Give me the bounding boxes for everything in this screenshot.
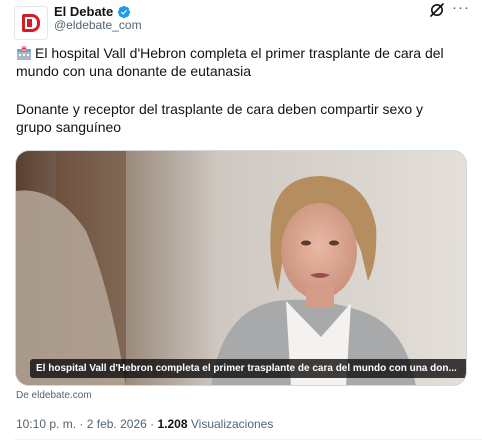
tweet-date[interactable]: 2 feb. 2026 xyxy=(87,417,147,431)
author-handle[interactable]: @eldebate_com xyxy=(54,18,142,32)
article-card-image[interactable]: El hospital Vall d'Hebron completa el pr… xyxy=(15,150,467,386)
meta-separator: · xyxy=(150,417,155,431)
tweet-headline-line: El hospital Vall d'Hebron completa el pr… xyxy=(16,44,456,80)
grok-icon[interactable] xyxy=(429,2,445,18)
views-label: Visualizaciones xyxy=(190,417,274,431)
tweet-subtitle: Donante y receptor del trasplante de car… xyxy=(16,101,424,135)
display-name[interactable]: El Debate xyxy=(54,4,113,19)
tweet-meta: 10:10 p. m. · 2 feb. 2026 · 1.208 Visual… xyxy=(16,417,273,431)
author-name-row: El Debate xyxy=(54,4,131,19)
more-options-icon[interactable]: ··· xyxy=(452,0,470,16)
views-count: 1.208 xyxy=(157,417,188,431)
tweet-headline: El hospital Vall d'Hebron completa el pr… xyxy=(16,45,444,79)
hospital-icon xyxy=(17,46,31,60)
media-caption: El hospital Vall d'Hebron completa el pr… xyxy=(30,359,466,378)
avatar[interactable] xyxy=(14,6,48,40)
tweet[interactable]: El Debate @eldebate_com ··· El hospital … xyxy=(0,0,482,444)
el-debate-logo-icon xyxy=(22,14,40,32)
divider xyxy=(14,439,482,440)
tweet-time[interactable]: 10:10 p. m. xyxy=(16,417,76,431)
link-source[interactable]: De eldebate.com xyxy=(16,390,92,401)
verified-badge-icon xyxy=(118,5,131,18)
meta-separator: · xyxy=(79,417,84,431)
article-photo xyxy=(16,151,466,385)
